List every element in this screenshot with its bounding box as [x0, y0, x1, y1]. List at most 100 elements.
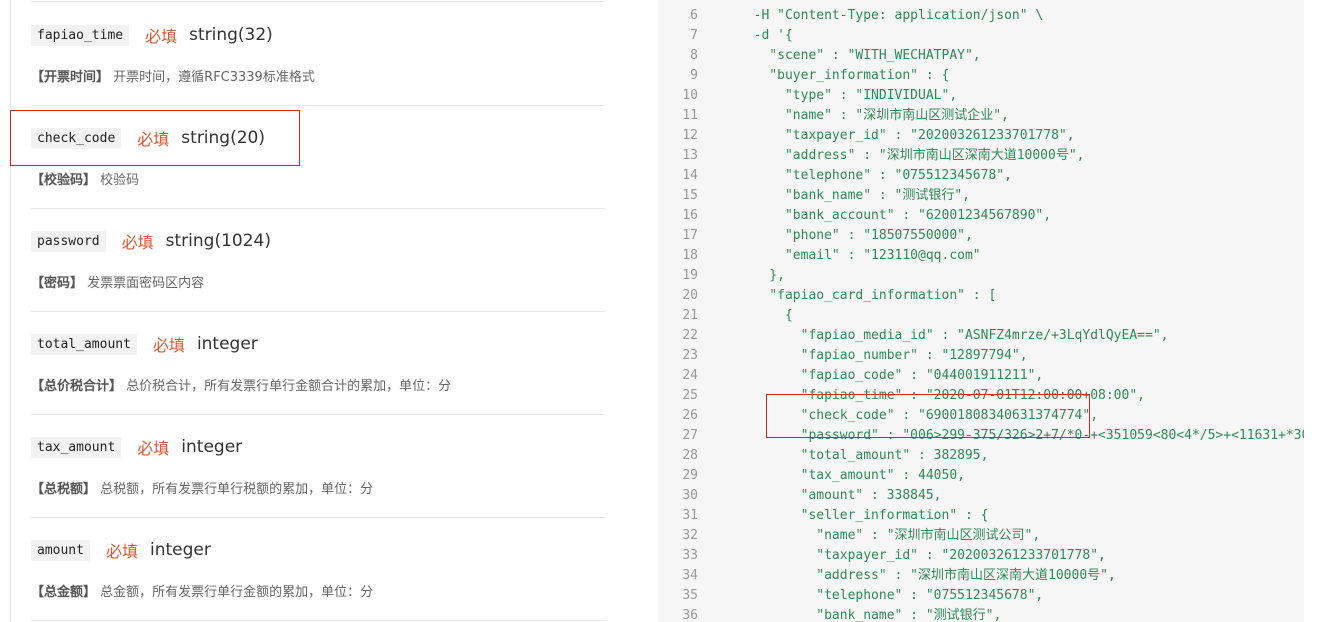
code-line: 31 "seller_information" : {: [658, 506, 988, 526]
code-line: 15 "bank_name" : "测试银行",: [658, 186, 970, 206]
line-number: 7: [690, 28, 698, 43]
code-text: "password" : "006>299-375/326>2+7/*0-+<3…: [738, 428, 1304, 443]
required-badge: 必填: [152, 336, 185, 355]
code-text: "telephone" : "075512345678",: [738, 168, 1012, 183]
param-description: 【总税额】 总税额，所有发票行单行税额的累加，单位：分: [31, 478, 373, 497]
param-header: total_amount 必填 integer: [31, 329, 258, 359]
code-line: 26 "check_code" : "69001808340631374774"…: [658, 406, 1098, 426]
code-text: "phone" : "18507550000",: [738, 228, 973, 243]
line-number: 13: [682, 148, 698, 163]
param-row: password 必填 string(1024) 【密码】 发票票面密码区内容: [31, 208, 605, 312]
param-name: tax_amount: [31, 436, 122, 458]
param-description: 【密码】 发票票面密码区内容: [31, 272, 204, 291]
code-text: "fapiao_media_id" : "ASNFZ4mrze/+3LqYdlQ…: [738, 328, 1169, 343]
line-number: 29: [682, 468, 698, 483]
code-text: "address" : "深圳市南山区深南大道10000号",: [738, 148, 1085, 163]
code-line: 20 "fapiao_card_information" : [: [658, 286, 996, 306]
line-number: 19: [682, 268, 698, 283]
param-row: check_code 必填 string(20) 【校验码】 校验码: [31, 105, 605, 209]
param-desc-label: 【总金额】: [31, 585, 97, 600]
code-text: "fapiao_number" : "12897794",: [738, 348, 1028, 363]
param-row: total_amount 必填 integer 【总价税合计】 总价税合计，所有…: [31, 311, 605, 415]
param-header: check_code 必填 string(20): [31, 123, 265, 153]
line-number: 31: [682, 508, 698, 523]
required-badge: 必填: [121, 233, 154, 252]
code-line: 28 "total_amount" : 382895,: [658, 446, 988, 466]
param-desc-text: 开票时间，遵循RFC3339标准格式: [113, 70, 315, 85]
code-text: "type" : "INDIVIDUAL",: [738, 88, 958, 103]
param-header: fapiao_time 必填 string(32): [31, 20, 273, 50]
line-number: 25: [682, 388, 698, 403]
parameter-list-panel: fapiao_time 必填 string(32) 【开票时间】 开票时间，遵循…: [0, 0, 625, 622]
code-line: 35 "telephone" : "075512345678",: [658, 586, 1043, 606]
code-text: "taxpayer_id" : "202003261233701778",: [738, 128, 1075, 143]
line-number: 33: [682, 548, 698, 563]
code-line: 6 -H "Content-Type: application/json" \: [658, 6, 1043, 26]
param-type: string(1024): [165, 231, 271, 251]
line-number: 6: [690, 8, 698, 23]
param-name: check_code: [31, 127, 122, 149]
code-line: 8 "scene" : "WITH_WECHATPAY",: [658, 46, 981, 66]
code-line: 17 "phone" : "18507550000",: [658, 226, 973, 246]
param-desc-text: 总价税合计，所有发票行单行金额合计的累加，单位：分: [126, 379, 452, 394]
required-badge: 必填: [145, 27, 178, 46]
param-description: 【开票时间】 开票时间，遵循RFC3339标准格式: [31, 66, 315, 85]
code-line: 11 "name" : "深圳市南山区测试企业",: [658, 106, 1009, 126]
param-row: amount 必填 integer 【总金额】 总金额，所有发票行单行金额的累加…: [31, 517, 605, 621]
line-number: 35: [682, 588, 698, 603]
param-type: integer: [149, 540, 211, 560]
param-desc-label: 【总税额】: [31, 482, 97, 497]
param-type: string(32): [189, 25, 273, 45]
code-text: "scene" : "WITH_WECHATPAY",: [738, 48, 981, 63]
code-text: "bank_name" : "测试银行",: [738, 608, 1002, 622]
code-text: "taxpayer_id" : "202003261233701778",: [738, 548, 1106, 563]
line-number: 28: [682, 448, 698, 463]
line-number: 9: [690, 68, 698, 83]
code-line: 12 "taxpayer_id" : "202003261233701778",: [658, 126, 1075, 146]
line-number: 18: [682, 248, 698, 263]
code-text: "check_code" : "69001808340631374774",: [738, 408, 1099, 423]
code-text: "seller_information" : {: [738, 508, 989, 523]
required-badge: 必填: [105, 542, 138, 561]
code-line: 16 "bank_account" : "62001234567890",: [658, 206, 1051, 226]
code-line: 27 "password" : "006>299-375/326>2+7/*0-…: [658, 426, 1304, 446]
code-text: -d '{: [738, 28, 793, 43]
code-line: 13 "address" : "深圳市南山区深南大道10000号",: [658, 146, 1085, 166]
code-text: "telephone" : "075512345678",: [738, 588, 1044, 603]
line-number: 20: [682, 288, 698, 303]
param-type: string(20): [181, 128, 265, 148]
param-desc-text: 发票票面密码区内容: [87, 276, 205, 291]
param-row: fapiao_time 必填 string(32) 【开票时间】 开票时间，遵循…: [31, 2, 605, 106]
line-number: 22: [682, 328, 698, 343]
code-line: 10 "type" : "INDIVIDUAL",: [658, 86, 957, 106]
param-header: amount 必填 integer: [31, 535, 211, 565]
line-number: 27: [682, 428, 698, 443]
param-desc-label: 【开票时间】: [31, 70, 110, 85]
code-line: 9 "buyer_information" : {: [658, 66, 949, 86]
required-badge: 必填: [137, 439, 170, 458]
line-number: 17: [682, 228, 698, 243]
code-text: "tax_amount" : 44050,: [738, 468, 965, 483]
param-type: integer: [196, 334, 258, 354]
code-line: 33 "taxpayer_id" : "202003261233701778",: [658, 546, 1106, 566]
code-text: "address" : "深圳市南山区深南大道10000号",: [738, 568, 1116, 583]
code-text: "bank_name" : "测试银行",: [738, 188, 971, 203]
code-line: 36 "bank_name" : "测试银行",: [658, 606, 1001, 622]
code-line: 7 -d '{: [658, 26, 793, 46]
code-text: "buyer_information" : {: [738, 68, 950, 83]
param-header: password 必填 string(1024): [31, 226, 271, 256]
param-type: integer: [181, 437, 243, 457]
param-desc-label: 【密码】: [31, 276, 84, 291]
param-row: tax_amount 必填 integer 【总税额】 总税额，所有发票行单行税…: [31, 414, 605, 518]
code-text: },: [738, 268, 785, 283]
code-text: "fapiao_card_information" : [: [738, 288, 997, 303]
param-name: password: [31, 230, 106, 252]
line-number: 30: [682, 488, 698, 503]
code-sample-panel[interactable]: 6 -H "Content-Type: application/json" \ 7…: [658, 0, 1304, 622]
code-text: "bank_account" : "62001234567890",: [738, 208, 1052, 223]
code-line: 21 {: [658, 306, 792, 326]
line-number: 16: [682, 208, 698, 223]
line-number: 15: [682, 188, 698, 203]
code-line: 23 "fapiao_number" : "12897794",: [658, 346, 1028, 366]
code-text: "email" : "123110@qq.com": [738, 248, 981, 263]
